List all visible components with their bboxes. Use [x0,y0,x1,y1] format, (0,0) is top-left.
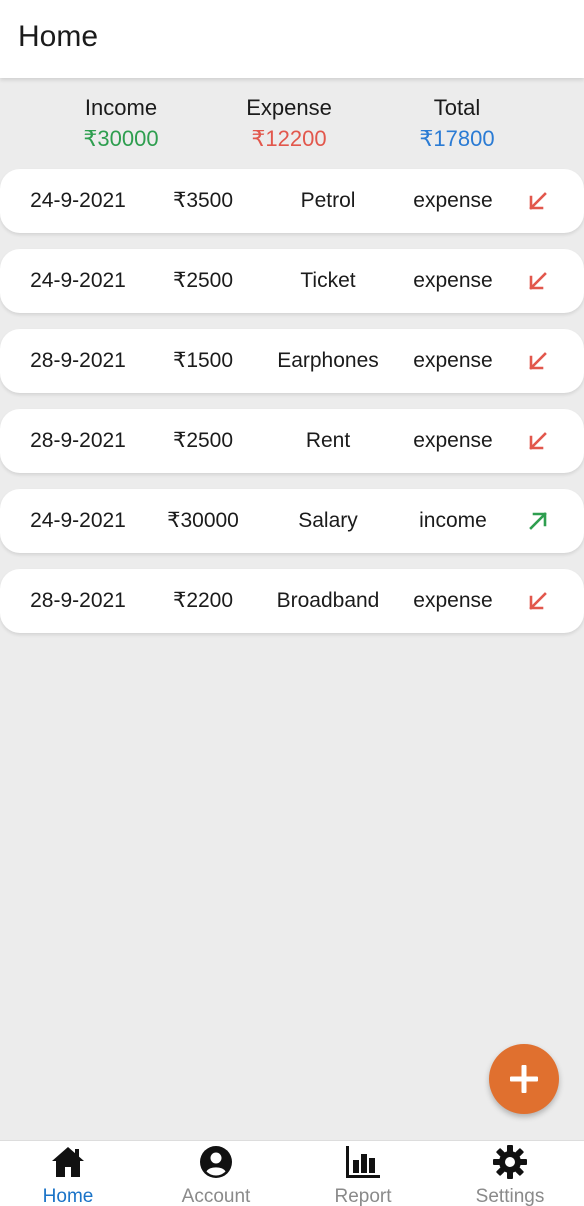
transaction-title: Ticket [300,269,356,292]
nav-label-settings: Settings [475,1186,545,1206]
nav-label-account: Account [181,1186,251,1206]
home-icon [52,1147,84,1177]
transaction-title: Broadband [276,589,380,612]
total-value: ₹17800 [419,126,495,151]
transaction-date: 28-9-2021 [30,349,126,372]
transaction-title: Earphones [277,349,379,372]
expense-summary: Expense ₹12200 [209,92,369,154]
transaction-type: expense [413,349,493,372]
income-value: ₹30000 [83,126,159,151]
arrow-down-left-icon [529,432,547,450]
transaction-type: income [419,509,487,532]
transaction-row[interactable]: 24-9-2021 ₹30000 Salary income [0,489,584,553]
arrow-down-left-icon [529,272,547,290]
arrow-down-left-icon [529,352,547,370]
transaction-amount: ₹2200 [172,589,234,612]
bottom-navigation: Home Account Report Settings [0,1140,584,1206]
transaction-type: expense [413,429,493,452]
transaction-date: 24-9-2021 [30,509,126,532]
app-bar: Home [0,0,584,78]
transaction-row[interactable]: 24-9-2021 ₹2500 Ticket expense [0,249,584,313]
transaction-title: Petrol [300,189,356,212]
transaction-date: 24-9-2021 [30,269,126,292]
arrow-down-left-icon [529,192,547,210]
transaction-amount: ₹30000 [167,509,239,532]
page-title: Home [18,20,99,53]
nav-item-report[interactable]: Report [290,1141,436,1206]
app-screen: Home Income ₹30000 Expense ₹12200 Total … [0,0,584,1206]
transaction-type: expense [413,269,493,292]
gear-icon [493,1145,527,1179]
summary-panel: Income ₹30000 Expense ₹12200 Total ₹1780… [0,92,584,156]
transaction-date: 24-9-2021 [30,189,126,212]
add-transaction-button[interactable] [489,1044,559,1114]
expense-label: Expense [246,95,332,120]
income-label: Income [84,95,158,120]
transaction-amount: ₹2500 [172,269,234,292]
transaction-date: 28-9-2021 [30,589,126,612]
nav-item-home[interactable]: Home [0,1141,141,1206]
total-label: Total [433,95,481,120]
nav-item-settings[interactable]: Settings [437,1141,583,1206]
transaction-date: 28-9-2021 [30,429,126,452]
transaction-row[interactable]: 28-9-2021 ₹2500 Rent expense [0,409,584,473]
plus-icon [510,1065,538,1093]
nav-label-report: Report [334,1186,392,1206]
transaction-row[interactable]: 24-9-2021 ₹3500 Petrol expense [0,169,584,233]
transaction-amount: ₹2500 [172,429,234,452]
transaction-row[interactable]: 28-9-2021 ₹1500 Earphones expense [0,329,584,393]
arrow-up-right-icon [529,512,547,530]
transaction-type: expense [413,589,493,612]
income-summary: Income ₹30000 [41,92,201,154]
transaction-amount: ₹3500 [172,189,234,212]
bar-chart-icon [346,1146,380,1178]
nav-label-home: Home [42,1186,94,1206]
transaction-title: Rent [305,429,351,452]
total-summary: Total ₹17800 [377,92,537,154]
transaction-type: expense [413,189,493,212]
transaction-title: Salary [298,509,358,532]
account-circle-icon [200,1146,232,1178]
nav-item-account[interactable]: Account [143,1141,289,1206]
transaction-amount: ₹1500 [172,349,234,372]
arrow-down-left-icon [529,592,547,610]
expense-value: ₹12200 [251,126,327,151]
transaction-row[interactable]: 28-9-2021 ₹2200 Broadband expense [0,569,584,633]
